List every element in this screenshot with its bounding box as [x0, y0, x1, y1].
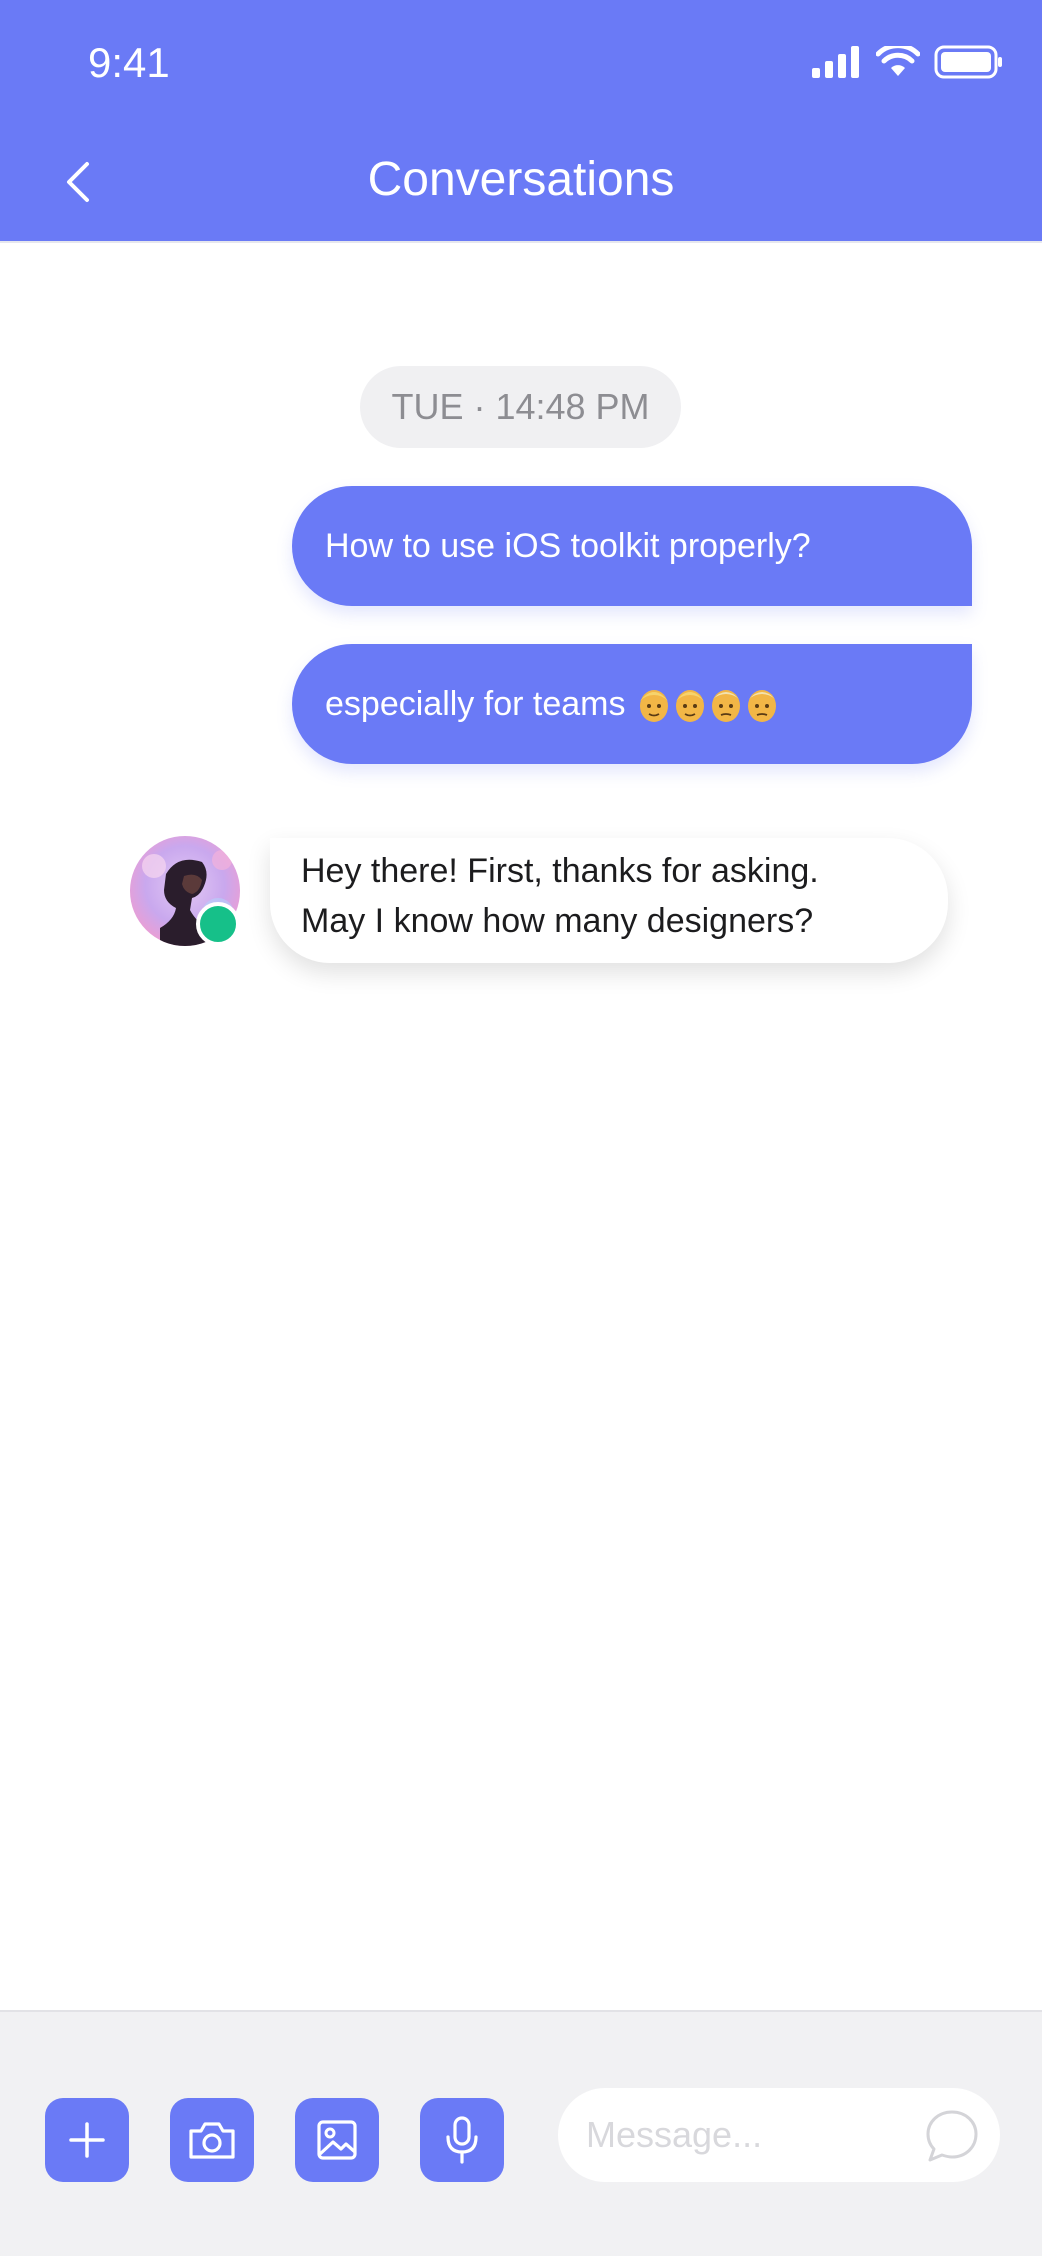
camera-button[interactable] — [170, 2098, 254, 2182]
man-emoji — [676, 690, 705, 722]
message-text-line: Hey there! First, thanks for asking. — [301, 852, 819, 890]
message-input[interactable] — [586, 2114, 906, 2156]
composer-bar — [0, 2010, 1042, 2256]
status-time: 9:41 — [88, 39, 170, 86]
plus-icon — [69, 2122, 105, 2158]
camera-icon — [189, 2122, 235, 2159]
message-text: How to use iOS toolkit properly? — [325, 526, 811, 565]
microphone-icon — [446, 2116, 478, 2164]
battery-icon — [934, 45, 1002, 79]
message-bubble-outgoing[interactable]: especially for teams — [292, 644, 972, 764]
app-header: 9:41 Conversations — [0, 0, 1042, 243]
gallery-button[interactable] — [295, 2098, 379, 2182]
chat-bubble-icon[interactable] — [924, 2108, 980, 2164]
signal-icon — [812, 46, 859, 78]
emoji-group — [637, 685, 779, 723]
message-text: especially for teams — [325, 684, 626, 723]
timestamp-divider: TUE · 14:48 PM — [360, 366, 681, 448]
older-man-emoji — [748, 690, 777, 722]
message-bubble-outgoing[interactable]: How to use iOS toolkit properly? — [292, 486, 972, 606]
voice-button[interactable] — [420, 2098, 504, 2182]
image-icon — [317, 2120, 357, 2160]
message-text-line: May I know how many designers? — [301, 902, 814, 940]
older-man-emoji — [712, 690, 741, 722]
message-input-container[interactable] — [558, 2088, 1000, 2182]
online-status-indicator — [196, 902, 240, 946]
message-bubble-incoming[interactable]: Hey there! First, thanks for asking. May… — [270, 838, 948, 963]
wifi-icon — [876, 46, 920, 76]
add-button[interactable] — [45, 2098, 129, 2182]
page-title: Conversations — [367, 153, 675, 206]
status-icons — [812, 40, 1004, 84]
man-emoji — [640, 690, 669, 722]
